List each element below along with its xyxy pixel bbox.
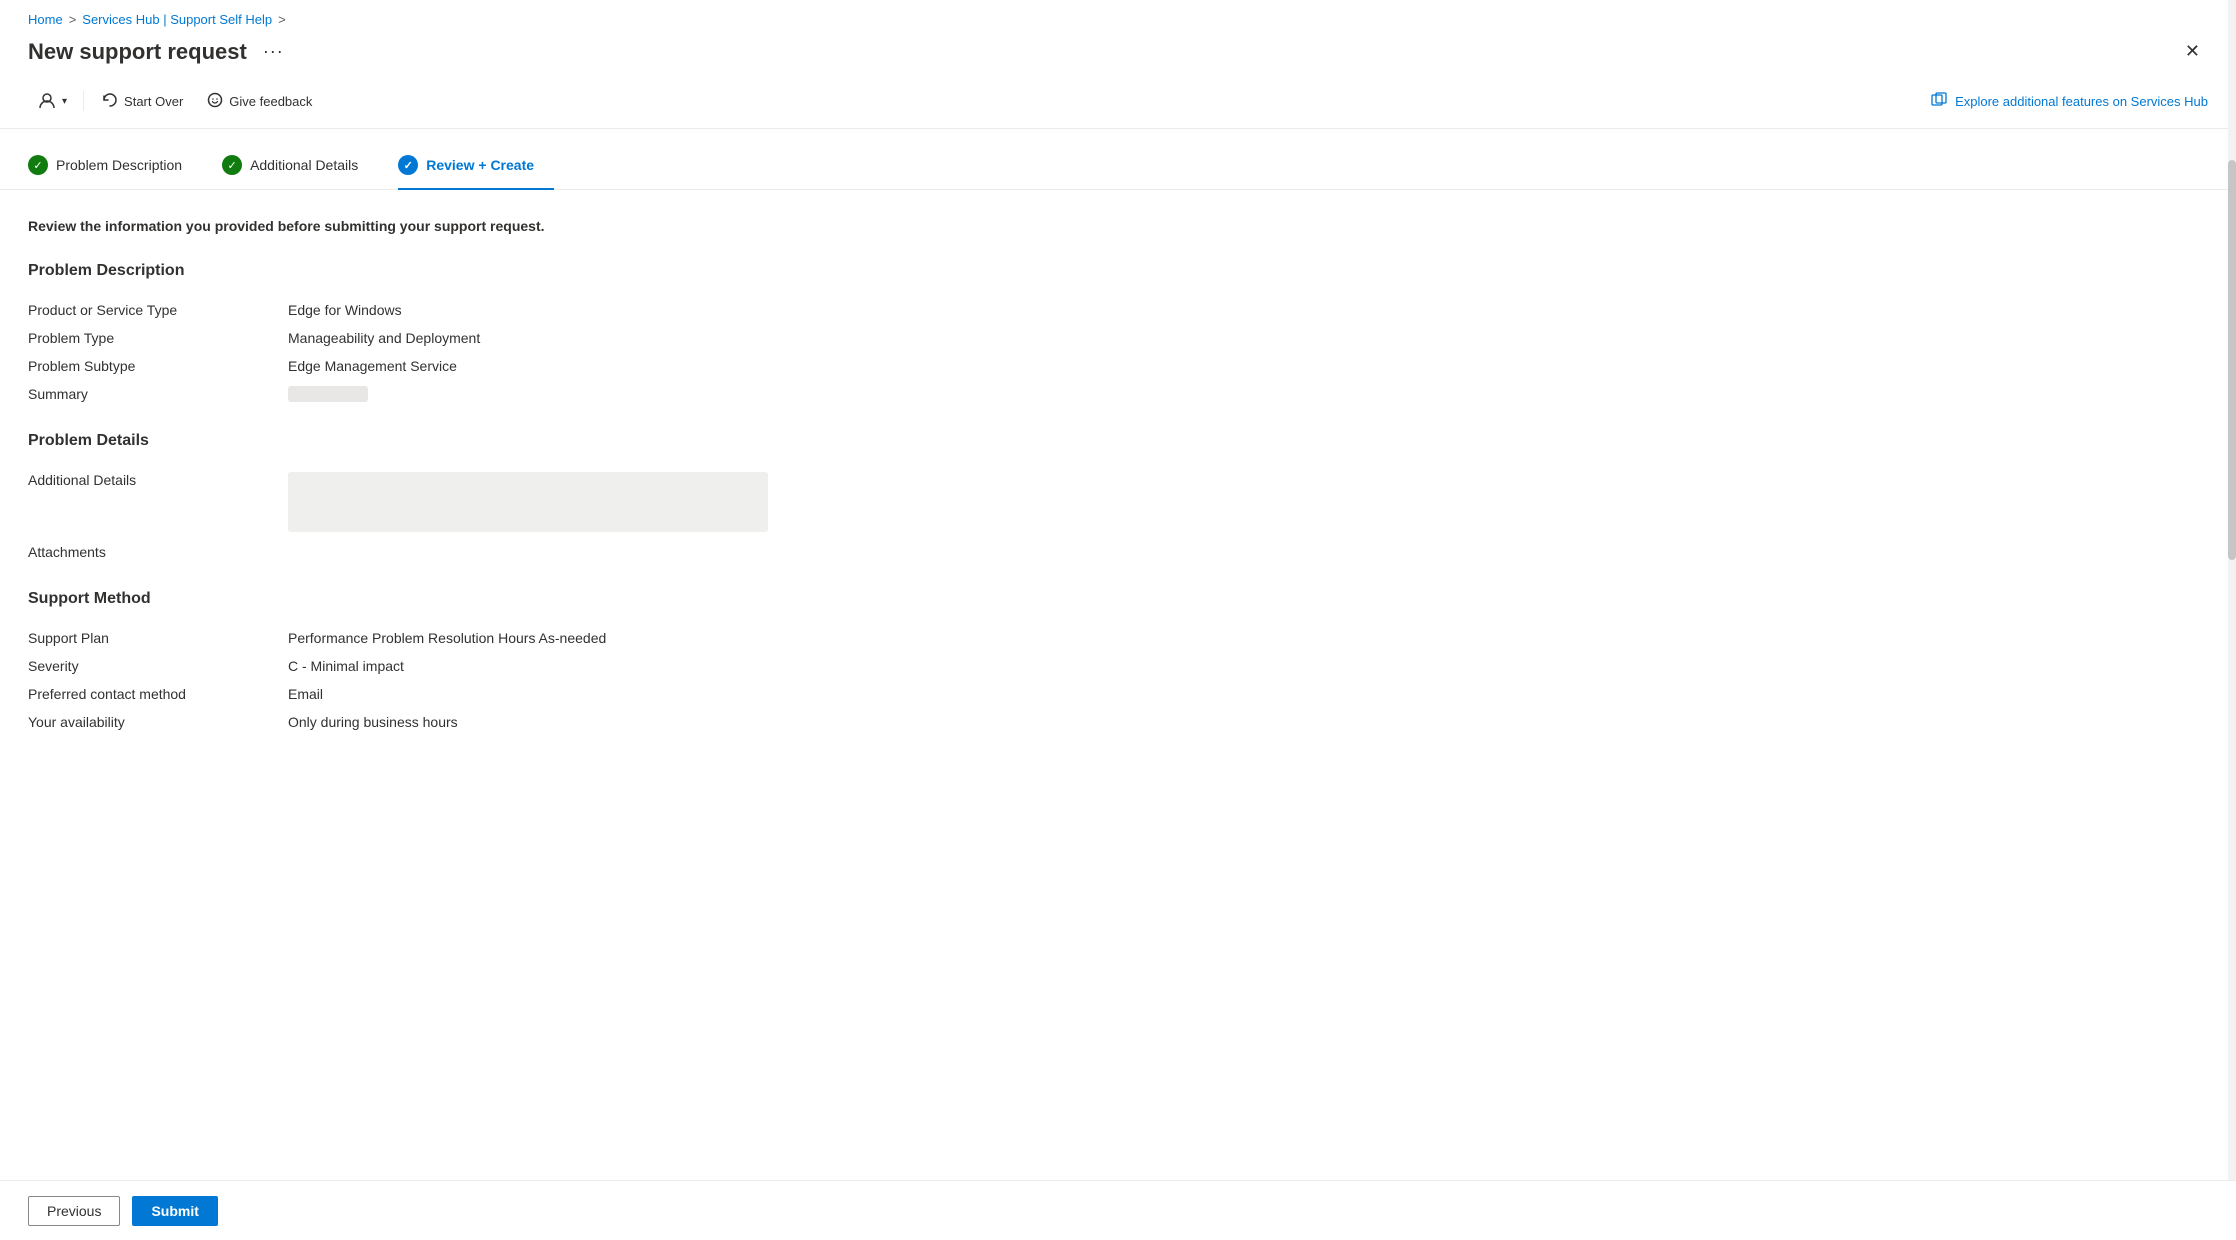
page-title-bar: New support request ··· ✕ (0, 33, 2236, 78)
close-button[interactable]: ✕ (2177, 37, 2208, 66)
problem-description-title: Problem Description (28, 262, 1072, 280)
breadcrumb-chevron-1: > (69, 12, 77, 27)
review-header: Review the information you provided befo… (28, 218, 1072, 234)
user-chevron-icon: ▾ (62, 96, 67, 107)
explore-link[interactable]: Explore additional features on Services … (1931, 92, 2208, 111)
previous-button[interactable]: Previous (28, 1196, 120, 1226)
summary-blurred (288, 386, 368, 402)
scrollbar-track[interactable] (2228, 0, 2236, 1240)
start-over-button[interactable]: Start Over (92, 88, 193, 115)
scrollbar-thumb[interactable] (2228, 160, 2236, 560)
additional-details-blurred (288, 472, 768, 532)
availability-value: Only during business hours (288, 708, 1072, 736)
table-row: Additional Details (28, 466, 1072, 538)
severity-label: Severity (28, 652, 288, 680)
problem-type-value: Manageability and Deployment (288, 324, 1072, 352)
additional-details-label: Additional Details (28, 466, 288, 538)
table-row: Preferred contact method Email (28, 680, 1072, 708)
support-plan-label: Support Plan (28, 624, 288, 652)
steps-bar: ✓ Problem Description ✓ Additional Detai… (0, 129, 2236, 190)
table-row: Support Plan Performance Problem Resolut… (28, 624, 1072, 652)
problem-details-title: Problem Details (28, 432, 1072, 450)
preferred-contact-value: Email (288, 680, 1072, 708)
table-row: Product or Service Type Edge for Windows (28, 296, 1072, 324)
problem-subtype-value: Edge Management Service (288, 352, 1072, 380)
step-additional-details[interactable]: ✓ Additional Details (222, 145, 378, 189)
problem-details-section: Problem Details Additional Details Attac… (28, 432, 1072, 566)
step1-label: Problem Description (56, 157, 182, 173)
start-over-icon (102, 92, 118, 111)
attachments-label: Attachments (28, 538, 288, 566)
table-row: Summary (28, 380, 1072, 408)
preferred-contact-label: Preferred contact method (28, 680, 288, 708)
summary-label: Summary (28, 380, 288, 408)
breadcrumb-services-hub[interactable]: Services Hub | Support Self Help (82, 12, 272, 27)
toolbar-left: ▾ Start Over Give fe (28, 86, 322, 116)
support-method-section: Support Method Support Plan Performance … (28, 590, 1072, 736)
breadcrumb: Home > Services Hub | Support Self Help … (0, 0, 2236, 33)
toolbar-divider (83, 91, 84, 111)
ellipsis-button[interactable]: ··· (257, 37, 290, 66)
problem-details-table: Additional Details Attachments (28, 466, 1072, 566)
support-method-title: Support Method (28, 590, 1072, 608)
toolbar: ▾ Start Over Give fe (0, 78, 2236, 129)
problem-description-section: Problem Description Product or Service T… (28, 262, 1072, 408)
availability-label: Your availability (28, 708, 288, 736)
breadcrumb-chevron-2: > (278, 12, 286, 27)
give-feedback-label: Give feedback (229, 94, 312, 109)
submit-button[interactable]: Submit (132, 1196, 217, 1226)
step-problem-description[interactable]: ✓ Problem Description (28, 145, 202, 189)
start-over-label: Start Over (124, 94, 183, 109)
problem-type-label: Problem Type (28, 324, 288, 352)
summary-value (288, 380, 1072, 408)
feedback-icon (207, 92, 223, 111)
step-review-create[interactable]: ✓ Review + Create (398, 145, 554, 189)
step2-label: Additional Details (250, 157, 358, 173)
step1-check-icon: ✓ (28, 155, 48, 175)
step2-check-icon: ✓ (222, 155, 242, 175)
main-content: Review the information you provided befo… (0, 190, 1100, 840)
table-row: Your availability Only during business h… (28, 708, 1072, 736)
bottom-bar: Previous Submit (0, 1180, 2236, 1240)
step3-check-icon: ✓ (398, 155, 418, 175)
additional-details-value (288, 466, 1072, 538)
table-row: Severity C - Minimal impact (28, 652, 1072, 680)
support-method-table: Support Plan Performance Problem Resolut… (28, 624, 1072, 736)
breadcrumb-home[interactable]: Home (28, 12, 63, 27)
table-row: Attachments (28, 538, 1072, 566)
page-title: New support request (28, 39, 247, 65)
problem-description-table: Product or Service Type Edge for Windows… (28, 296, 1072, 408)
user-icon (36, 90, 58, 112)
table-row: Problem Type Manageability and Deploymen… (28, 324, 1072, 352)
step3-label: Review + Create (426, 157, 534, 173)
explore-icon (1931, 92, 1947, 111)
support-plan-value: Performance Problem Resolution Hours As-… (288, 624, 1072, 652)
product-service-type-value: Edge for Windows (288, 296, 1072, 324)
attachments-value (288, 538, 1072, 566)
give-feedback-button[interactable]: Give feedback (197, 88, 322, 115)
problem-subtype-label: Problem Subtype (28, 352, 288, 380)
table-row: Problem Subtype Edge Management Service (28, 352, 1072, 380)
explore-label: Explore additional features on Services … (1955, 94, 2208, 109)
severity-value: C - Minimal impact (288, 652, 1072, 680)
user-dropdown[interactable]: ▾ (28, 86, 75, 116)
product-service-type-label: Product or Service Type (28, 296, 288, 324)
page-title-left: New support request ··· (28, 37, 290, 66)
